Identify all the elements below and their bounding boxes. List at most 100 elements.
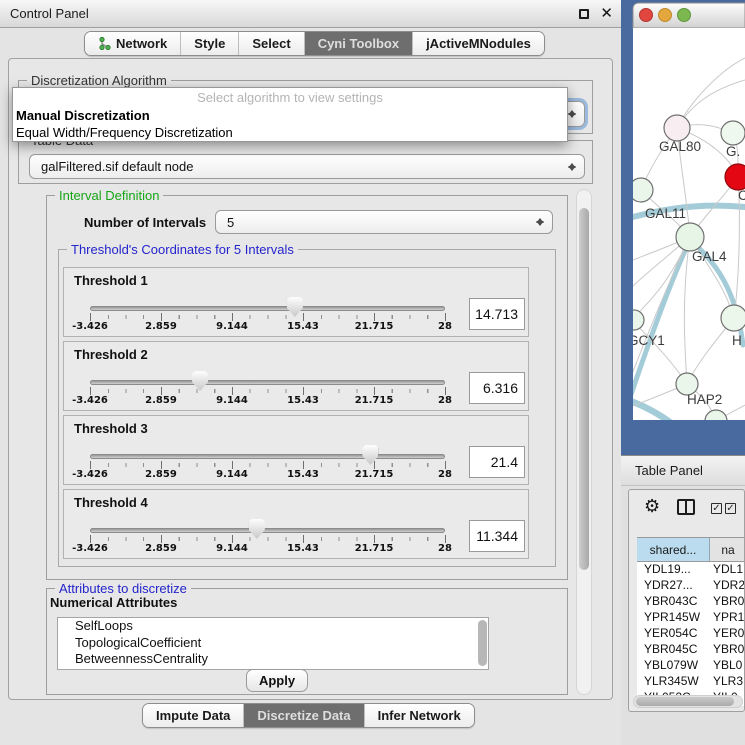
- split-columns-icon[interactable]: [677, 499, 695, 515]
- close-icon[interactable]: ✕: [600, 4, 613, 22]
- table-data-group: Table Data galFiltered.sif default node: [18, 140, 593, 184]
- thresholds-group-title: Threshold's Coordinates for 5 Intervals: [67, 242, 298, 257]
- threshold-row: Threshold 2 -3.426 2.859 9.144 15.43 21.…: [63, 341, 529, 411]
- table-row[interactable]: YLR345WYLR3: [637, 674, 745, 690]
- table-row[interactable]: YDR27...YDR2: [637, 578, 745, 594]
- label-gal11: GAL11: [645, 206, 686, 221]
- table-row[interactable]: YER054CYER0: [637, 626, 745, 642]
- column-header-shared[interactable]: shared...: [637, 538, 710, 561]
- zoom-traffic-light[interactable]: [678, 9, 691, 22]
- node-partial-g[interactable]: [721, 121, 745, 145]
- tab-style[interactable]: Style: [180, 32, 238, 55]
- combo-stepper-icon: [536, 214, 545, 230]
- scrollbar-thumb[interactable]: [579, 208, 589, 570]
- list-item[interactable]: TopologicalCoefficient: [58, 635, 488, 652]
- tab-network-label: Network: [116, 32, 167, 55]
- float-window-icon[interactable]: [579, 9, 589, 19]
- threshold-value-field[interactable]: [469, 446, 525, 478]
- tab-discretize-data[interactable]: Discretize Data: [243, 704, 363, 727]
- table-header-row: shared... na: [637, 537, 745, 562]
- threshold-label: Threshold 3: [74, 421, 148, 436]
- algorithm-group-title: Discretization Algorithm: [27, 73, 171, 88]
- label-hap2: HAP2: [687, 392, 722, 407]
- scrollbar-thumb[interactable]: [636, 697, 734, 706]
- column-header-name[interactable]: na: [710, 538, 745, 561]
- tab-jactivemnodules[interactable]: jActiveMNodules: [412, 32, 544, 55]
- control-panel-titlebar: Control Panel ✕: [0, 0, 621, 28]
- popup-option-manual-discretization[interactable]: Manual Discretization: [13, 107, 567, 124]
- threshold-row: Threshold 4 -3.426 2.859 9.144 15.43 21.…: [63, 489, 529, 559]
- network-view: GAL80 G. C GAL11 GAL4 GCY1 H HAP2: [621, 0, 745, 455]
- slider-major-ticks: [90, 535, 446, 543]
- gear-icon[interactable]: ⚙: [644, 496, 660, 517]
- list-item[interactable]: SelfLoops: [58, 618, 488, 635]
- node-partial-h[interactable]: [721, 305, 745, 331]
- table-row[interactable]: YBR045CYBR0: [637, 642, 745, 658]
- node-gal4[interactable]: [676, 223, 704, 251]
- cyni-toolbox-panel: Discretization Algorithm Table Data galF…: [8, 58, 613, 700]
- minimize-traffic-light[interactable]: [659, 9, 672, 22]
- tab-cyni-toolbox[interactable]: Cyni Toolbox: [304, 32, 412, 55]
- slider-major-ticks: [90, 387, 446, 395]
- popup-header: Select algorithm to view settings: [13, 89, 567, 107]
- attributes-group-title: Attributes to discretize: [55, 581, 191, 596]
- apply-button[interactable]: Apply: [246, 669, 308, 692]
- table-row[interactable]: YBR043CYBR0: [637, 594, 745, 610]
- node-table: shared... na YDL19...YDL1 YDR27...YDR2 Y…: [637, 537, 745, 706]
- slider-major-ticks: [90, 313, 446, 321]
- table-row[interactable]: YPR145WYPR1: [637, 610, 745, 626]
- label-partial-c: C: [738, 188, 745, 203]
- panel-title: Control Panel: [10, 0, 89, 27]
- tab-select[interactable]: Select: [238, 32, 303, 55]
- threshold-label: Threshold 1: [74, 273, 148, 288]
- thresholds-group: Threshold's Coordinates for 5 Intervals …: [58, 249, 556, 567]
- threshold-value-field[interactable]: [469, 372, 525, 404]
- node-red-selected[interactable]: [725, 164, 745, 190]
- label-gal80: GAL80: [659, 139, 701, 154]
- settings-viewport: Interval Definition Number of Intervals …: [14, 189, 575, 695]
- table-data-combo[interactable]: galFiltered.sif default node: [29, 154, 585, 179]
- popup-option-equal-width[interactable]: Equal Width/Frequency Discretization: [13, 124, 567, 141]
- slider-major-ticks: [90, 461, 446, 469]
- checkbox-icon[interactable]: [725, 503, 736, 514]
- slider-track[interactable]: [90, 528, 445, 533]
- list-item[interactable]: BetweennessCentrality: [58, 651, 488, 668]
- checkbox-icon[interactable]: [711, 503, 722, 514]
- table-horizontal-scrollbar[interactable]: [633, 695, 743, 708]
- table-panel-title: Table Panel: [635, 456, 703, 486]
- threshold-row: Threshold 1 -3.426 2.859 9.144 15.43 21.…: [63, 267, 529, 337]
- node-gal80[interactable]: [664, 115, 690, 141]
- list-scrollbar[interactable]: [478, 620, 487, 666]
- bottom-tab-bar: Impute Data Discretize Data Infer Networ…: [142, 703, 475, 728]
- num-intervals-label: Number of Intervals: [84, 215, 206, 230]
- combo-stepper-icon: [568, 106, 577, 122]
- threshold-value-field[interactable]: [469, 520, 525, 552]
- tab-infer-network[interactable]: Infer Network: [364, 704, 474, 727]
- threshold-value-field[interactable]: [469, 298, 525, 330]
- table-data-value: galFiltered.sif default node: [41, 155, 193, 178]
- control-panel: Control Panel ✕ Network Style Select Cyn…: [0, 0, 621, 745]
- threshold-row: Threshold 3 -3.426 2.859 9.144 15.43 21.…: [63, 415, 529, 485]
- tab-impute-data[interactable]: Impute Data: [143, 704, 243, 727]
- numerical-attributes-list[interactable]: SelfLoops TopologicalCoefficient Between…: [57, 617, 489, 670]
- label-gcy1: GCY1: [628, 333, 665, 348]
- settings-scrollbar[interactable]: [576, 189, 592, 695]
- numerical-attributes-label: Numerical Attributes: [50, 595, 177, 610]
- slider-track[interactable]: [90, 380, 445, 385]
- slider-track[interactable]: [90, 306, 445, 311]
- close-traffic-light[interactable]: [640, 9, 653, 22]
- network-icon: [98, 37, 111, 50]
- top-tab-bar: Network Style Select Cyni Toolbox jActiv…: [84, 31, 545, 56]
- algorithm-dropdown-popup: Select algorithm to view settings Manual…: [12, 87, 568, 142]
- label-gal4: GAL4: [692, 249, 727, 264]
- table-row[interactable]: YBL079WYBL0: [637, 658, 745, 674]
- right-sidebar: GAL80 G. C GAL11 GAL4 GCY1 H HAP2 Table …: [621, 0, 745, 745]
- interval-definition-title: Interval Definition: [55, 189, 163, 203]
- threshold-label: Threshold 2: [74, 347, 148, 362]
- num-intervals-combo[interactable]: 5: [215, 210, 553, 234]
- table-row[interactable]: YDL19...YDL1: [637, 562, 745, 578]
- label-partial-g: G.: [726, 144, 740, 159]
- slider-track[interactable]: [90, 454, 445, 459]
- table-panel: ⚙ shared... na YDL19...YDL1 YDR27...YDR2…: [628, 489, 745, 712]
- tab-network[interactable]: Network: [85, 32, 180, 55]
